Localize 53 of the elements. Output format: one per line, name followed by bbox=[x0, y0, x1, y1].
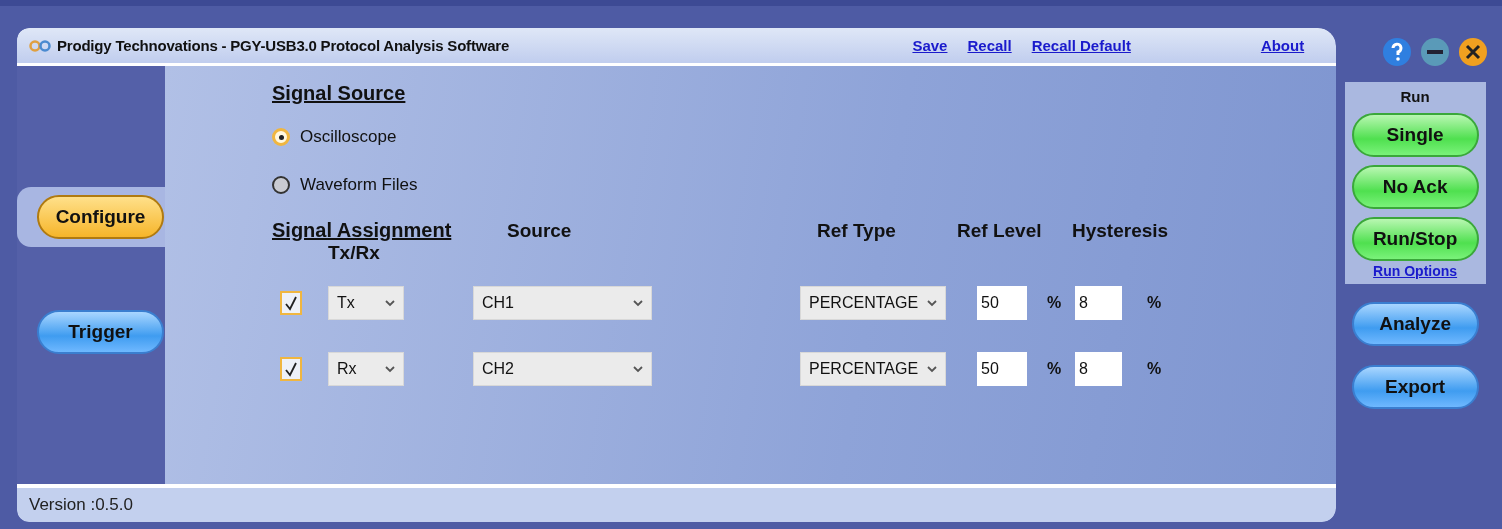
unit-label: % bbox=[1147, 360, 1163, 378]
run-options-link[interactable]: Run Options bbox=[1373, 263, 1458, 279]
unit-label: % bbox=[1147, 294, 1163, 312]
chevron-down-icon bbox=[927, 365, 937, 373]
header-link[interactable]: Save bbox=[912, 37, 948, 54]
header-link[interactable]: Recall Default bbox=[1031, 37, 1131, 54]
nav-button[interactable]: Trigger bbox=[37, 310, 164, 354]
logo-icon bbox=[29, 39, 51, 52]
checkbox[interactable] bbox=[280, 357, 302, 381]
panel-title: Run bbox=[1400, 88, 1430, 105]
input-field[interactable]: 8 bbox=[1075, 286, 1122, 320]
checkbox[interactable] bbox=[280, 291, 302, 315]
checkmark-icon bbox=[284, 361, 298, 377]
column-header: Source bbox=[507, 219, 573, 242]
input-field[interactable]: 8 bbox=[1075, 352, 1122, 386]
chevron-down-icon bbox=[927, 299, 937, 307]
chevron-down-icon bbox=[385, 299, 395, 307]
input-field[interactable]: 50 bbox=[977, 286, 1027, 320]
help-icon[interactable] bbox=[1382, 37, 1412, 67]
checkmark-icon bbox=[284, 295, 298, 311]
unit-label: % bbox=[1047, 294, 1063, 312]
run-button[interactable]: No Ack bbox=[1351, 165, 1479, 209]
about-link[interactable]: About bbox=[1260, 37, 1305, 54]
column-header: Ref Level bbox=[957, 219, 1043, 242]
dropdown[interactable]: Tx bbox=[328, 286, 404, 320]
dropdown[interactable]: Rx bbox=[328, 352, 404, 386]
radio-button[interactable] bbox=[272, 128, 290, 146]
close-icon[interactable] bbox=[1458, 37, 1488, 67]
dropdown[interactable]: CH2 bbox=[473, 352, 652, 386]
input-field[interactable]: 50 bbox=[977, 352, 1027, 386]
radio-label: Waveform Files bbox=[300, 175, 418, 195]
chevron-down-icon bbox=[633, 299, 643, 307]
window-title: Prodigy Technovations - PGY-USB3.0 Protocol Analysis Software bbox=[57, 37, 510, 54]
unit-label: % bbox=[1047, 360, 1063, 378]
chevron-down-icon bbox=[633, 365, 643, 373]
action-button[interactable]: Analyze bbox=[1351, 302, 1479, 346]
run-button[interactable]: Single bbox=[1351, 113, 1479, 157]
radio-label: Oscilloscope bbox=[300, 127, 397, 147]
nav-button[interactable]: Configure bbox=[37, 195, 164, 239]
section-title: Signal Assignment bbox=[272, 219, 452, 241]
version-text: Version :0.5.0 bbox=[29, 495, 133, 515]
run-button[interactable]: Run/Stop bbox=[1351, 217, 1479, 261]
column-header: Hysteresis bbox=[1072, 219, 1170, 242]
column-header: Tx/Rx bbox=[328, 242, 381, 264]
dropdown[interactable]: CH1 bbox=[473, 286, 652, 320]
chevron-down-icon bbox=[385, 365, 395, 373]
radio-button[interactable] bbox=[272, 176, 290, 194]
minimize-icon[interactable] bbox=[1420, 37, 1450, 67]
action-button[interactable]: Export bbox=[1351, 365, 1479, 409]
dropdown[interactable]: PERCENTAGE bbox=[800, 352, 946, 386]
header-link[interactable]: Recall bbox=[967, 37, 1012, 54]
dropdown[interactable]: PERCENTAGE bbox=[800, 286, 946, 320]
section-title: Signal Source bbox=[272, 82, 406, 104]
